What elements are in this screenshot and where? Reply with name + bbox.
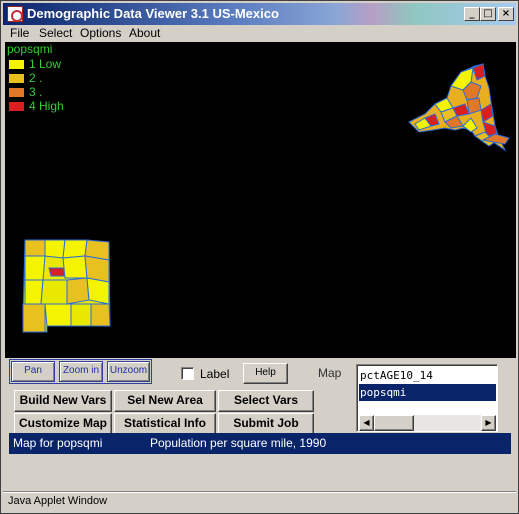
applet-warning-text: Java Applet Window: [8, 495, 108, 507]
map-svg: [22, 63, 510, 333]
new-mexico-map: [22, 239, 111, 333]
status-bar: Map for popsqmi Population per square mi…: [9, 433, 511, 454]
scroll-left-icon[interactable]: ◀: [359, 415, 374, 431]
label-checkbox[interactable]: [181, 367, 194, 380]
submit-job-button[interactable]: Submit Job: [218, 413, 314, 435]
customize-map-button[interactable]: Customize Map: [14, 413, 112, 435]
nm-county: [62, 239, 88, 259]
nm-county: [44, 239, 66, 259]
menu-select[interactable]: Select: [39, 26, 72, 40]
title-bar[interactable]: Demographic Data Viewer 3.1 US-Mexico _ …: [3, 3, 516, 25]
close-button[interactable]: ×: [498, 7, 514, 21]
minimize-button[interactable]: _: [464, 7, 480, 21]
menu-bar: File Select Options About: [3, 25, 516, 42]
nm-county: [24, 279, 44, 305]
nm-county: [70, 303, 92, 327]
nm-county: [24, 239, 46, 257]
new-york-map: [408, 63, 510, 152]
nm-county: [62, 255, 88, 279]
sel-new-area-button[interactable]: Sel New Area: [114, 390, 216, 412]
menu-about[interactable]: About: [129, 26, 160, 40]
nm-county: [44, 303, 72, 327]
scroll-thumb[interactable]: [374, 415, 414, 431]
nm-county: [40, 279, 68, 305]
list-item-selected[interactable]: popsqmi: [359, 384, 496, 401]
list-item[interactable]: pctAGE10_14: [359, 367, 496, 384]
menu-file[interactable]: File: [10, 26, 29, 40]
horizontal-scrollbar[interactable]: ◀ ▶: [359, 415, 496, 431]
map-variable-list[interactable]: pctAGE10_14 popsqmi ◀ ▶: [356, 364, 498, 432]
nm-county: [48, 267, 66, 277]
map-variable-label: Map: [318, 366, 342, 380]
nm-county: [86, 277, 110, 305]
label-checkbox-text: Label: [200, 367, 230, 381]
statistical-info-button[interactable]: Statistical Info: [114, 413, 216, 435]
zoom-in-button[interactable]: Zoom in: [59, 361, 103, 382]
java-app-icon: [7, 6, 23, 22]
window-title: Demographic Data Viewer 3.1 US-Mexico: [27, 6, 279, 21]
nm-county: [24, 255, 46, 281]
pan-button[interactable]: Pan: [11, 361, 55, 382]
map-canvas[interactable]: popsqmi 1 Low 2 .3 .4 High: [5, 42, 516, 358]
nm-county: [66, 277, 90, 305]
scroll-right-icon[interactable]: ▶: [481, 415, 496, 431]
select-vars-button[interactable]: Select Vars: [218, 390, 314, 412]
nm-county: [22, 303, 46, 333]
menu-options[interactable]: Options: [80, 26, 121, 40]
app-window: Demographic Data Viewer 3.1 US-Mexico _ …: [0, 0, 519, 514]
unzoom-button[interactable]: Unzoom: [107, 361, 150, 382]
help-button[interactable]: Help: [243, 363, 288, 384]
status-map-name: Map for popsqmi: [13, 436, 103, 450]
build-new-vars-button[interactable]: Build New Vars: [14, 390, 112, 412]
maximize-button[interactable]: □: [480, 7, 496, 21]
nm-county: [90, 303, 111, 327]
status-description: Population per square mile, 1990: [150, 436, 327, 450]
applet-warning-bar: Java Applet Window: [3, 491, 516, 511]
